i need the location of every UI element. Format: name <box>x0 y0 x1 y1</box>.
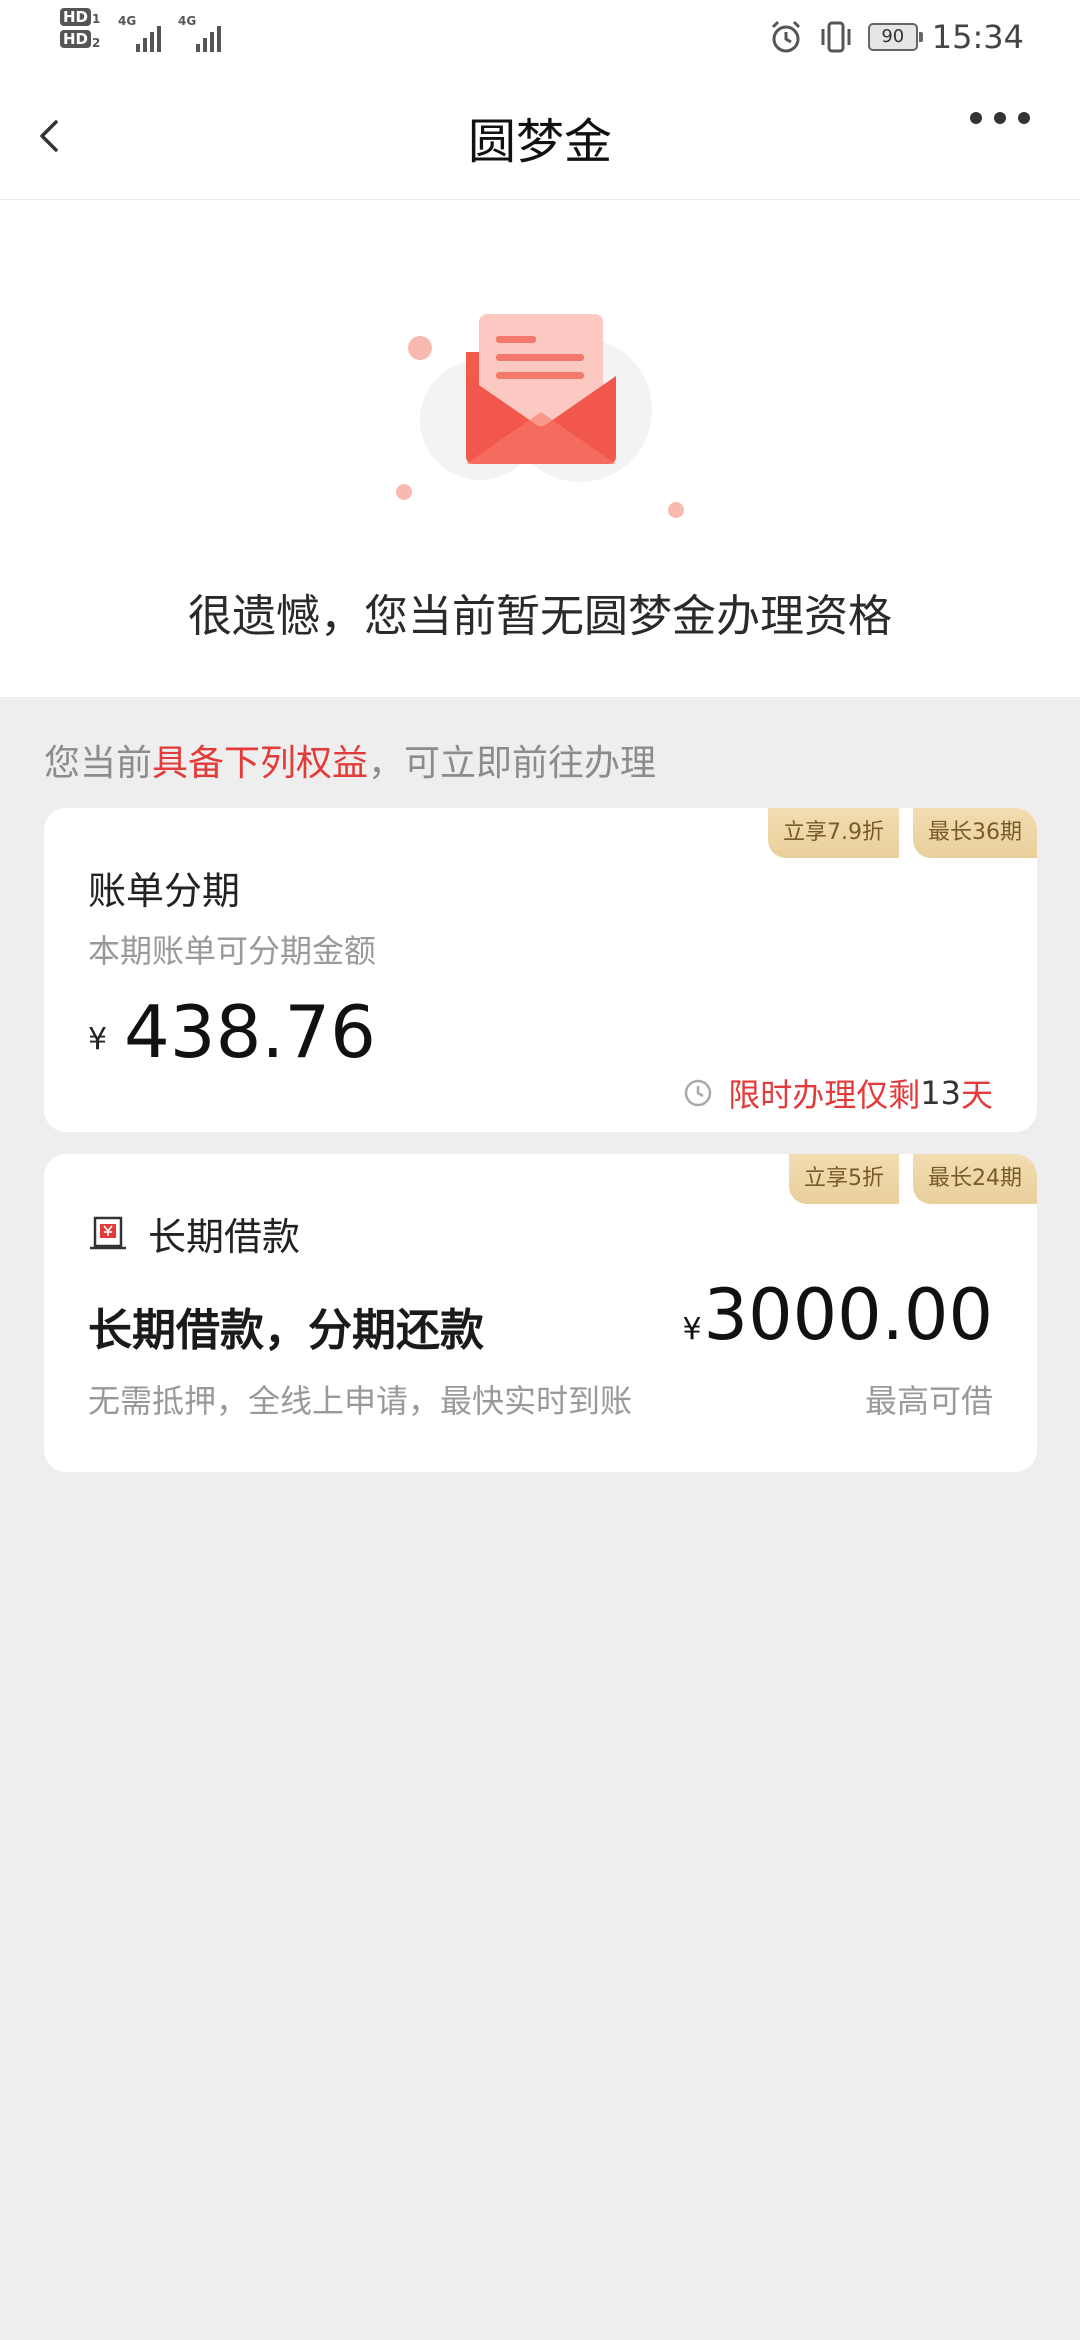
card-title: 账单分期 <box>88 869 241 913</box>
signal-icon <box>136 26 161 52</box>
max-loan-amount-value: 3000.00 <box>703 1274 993 1356</box>
hd-indicator-2: HD <box>60 30 92 48</box>
time-limit-notice: 限时办理仅剩 13 天 <box>682 1070 993 1116</box>
discount-tag: 立享7.9折 <box>768 808 899 858</box>
term-tag: 最长36期 <box>913 808 1037 858</box>
status-bar-right: 90 15:34 <box>768 10 1024 64</box>
envelope-illustration <box>396 314 684 518</box>
term-tag: 最长24期 <box>913 1154 1037 1204</box>
max-loan-label: 最高可借 <box>864 1382 993 1420</box>
battery-indicator: 90 <box>867 23 923 51</box>
hd-indicator-2-index: 2 <box>92 36 101 50</box>
vibrate-icon <box>821 21 851 53</box>
benefits-heading-highlight: 具备下列权益 <box>152 743 369 784</box>
benefits-heading-suffix: ，可立即前往办理 <box>368 743 657 784</box>
status-bar-left: HD 1 HD 2 4G 4G <box>60 8 240 68</box>
more-button[interactable] <box>960 102 1040 150</box>
hero-section: 很遗憾，您当前暂无圆梦金办理资格 <box>0 200 1080 697</box>
card-subtitle: 无需抵押，全线上申请，最快实时到账 <box>88 1382 633 1420</box>
currency-symbol: ¥ <box>88 1022 108 1057</box>
card-headline: 长期借款，分期还款 <box>88 1305 484 1356</box>
benefits-heading-prefix: 您当前 <box>44 743 153 784</box>
long-term-loan-card[interactable]: 立享5折 最长24期 长期借款 长期借款，分期还款 ¥3000.00 无需抵押，… <box>44 1154 1037 1472</box>
clock-icon <box>685 1079 712 1107</box>
battery-level: 90 <box>881 26 905 47</box>
status-bar: HD 1 HD 2 4G 4G 90 15:34 <box>0 0 1080 72</box>
installment-amount: 438.76 <box>124 990 376 1074</box>
ineligible-message: 很遗憾，您当前暂无圆梦金办理资格 <box>188 591 892 642</box>
benefits-heading: 您当前具备下列权益，可立即前往办理 <box>44 734 656 786</box>
card-subtitle: 本期账单可分期金额 <box>88 932 377 970</box>
hd-indicator-1: HD <box>60 8 92 26</box>
hd-indicator-1-index: 1 <box>92 12 101 26</box>
time-limit-prefix: 限时办理仅剩 <box>728 1076 921 1114</box>
discount-tag: 立享5折 <box>789 1154 899 1204</box>
loan-icon <box>90 1216 126 1250</box>
card-title: 长期借款 <box>148 1215 301 1259</box>
status-time: 15:34 <box>931 18 1024 56</box>
bill-installment-card[interactable]: 立享7.9折 最长36期 账单分期 本期账单可分期金额 ¥ 438.76 限时办… <box>44 808 1037 1132</box>
max-loan-amount: ¥3000.00 <box>682 1274 993 1356</box>
alarm-icon <box>771 20 800 53</box>
page-title: 圆梦金 <box>467 114 612 170</box>
time-limit-suffix: 天 <box>960 1076 993 1114</box>
nav-bar: 圆梦金 <box>0 72 1080 200</box>
time-limit-days: 13 <box>920 1074 961 1112</box>
currency-symbol: ¥ <box>682 1312 702 1347</box>
signal-icon-2 <box>196 26 221 52</box>
